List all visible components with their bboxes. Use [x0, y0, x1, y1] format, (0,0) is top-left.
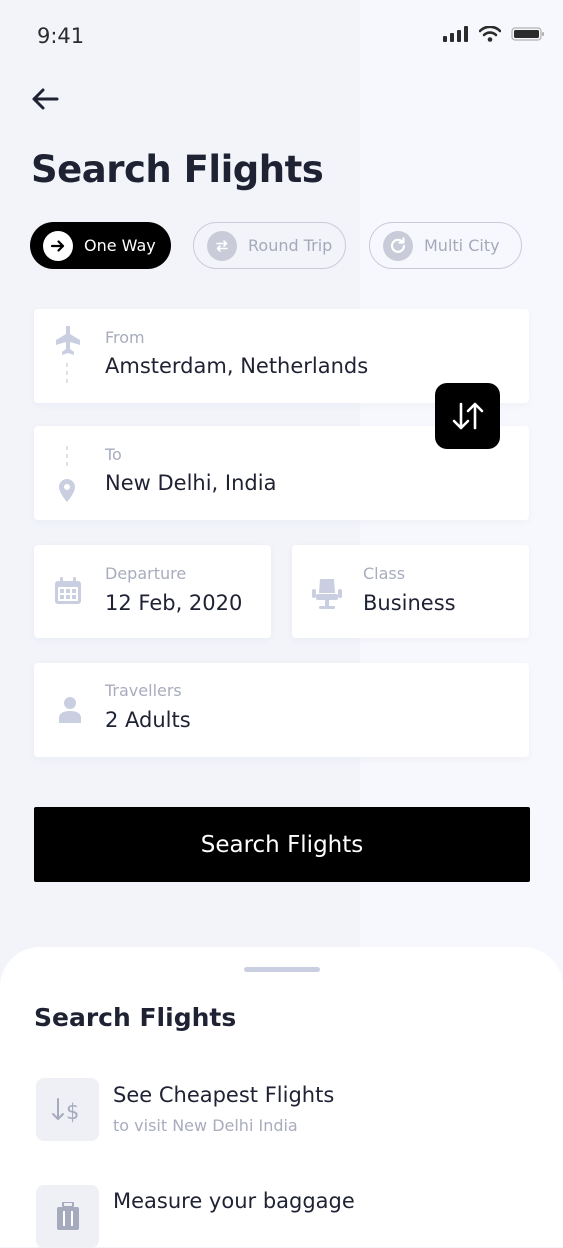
back-button[interactable] — [30, 84, 60, 114]
class-label: Class — [363, 564, 406, 583]
trip-type-round-trip[interactable]: Round Trip — [193, 222, 346, 269]
travellers-label: Travellers — [105, 681, 182, 700]
arrow-left-icon — [32, 88, 59, 110]
to-label: To — [105, 445, 122, 464]
from-value: Amsterdam, Netherlands — [105, 354, 369, 378]
status-icons — [443, 26, 545, 42]
status-bar: 9:41 — [0, 0, 563, 70]
arrow-right-icon — [43, 230, 73, 261]
trip-type-label: Round Trip — [248, 236, 333, 255]
sheet-drag-handle[interactable] — [244, 967, 320, 972]
departure-value: 12 Feb, 2020 — [105, 591, 243, 615]
option-title[interactable]: Measure your baggage — [113, 1189, 355, 1213]
search-flights-button[interactable]: Search Flights — [34, 807, 530, 882]
battery-icon — [511, 27, 544, 41]
swap-vertical-icon — [452, 402, 483, 430]
option-subtitle: to visit New Delhi India — [113, 1116, 298, 1135]
travellers-value: 2 Adults — [105, 708, 191, 732]
class-value: Business — [363, 591, 456, 615]
sheet-title: Search Flights — [34, 1003, 237, 1032]
page-title: Search Flights — [31, 148, 324, 191]
trip-type-one-way[interactable]: One Way — [30, 222, 171, 269]
plane-icon — [56, 326, 80, 387]
option-title[interactable]: See Cheapest Flights — [113, 1083, 334, 1107]
class-field[interactable]: Class Business — [292, 545, 529, 638]
svg-text:$: $ — [66, 1100, 79, 1124]
refresh-icon — [383, 230, 413, 261]
baggage-icon[interactable] — [36, 1185, 99, 1248]
bottom-sheet: Search Flights $ See Cheapest Flights to… — [0, 947, 563, 1248]
trip-type-multi-city[interactable]: Multi City — [369, 222, 522, 269]
departure-label: Departure — [105, 564, 187, 583]
trip-type-label: Multi City — [424, 236, 500, 255]
status-time: 9:41 — [37, 24, 85, 48]
swap-horizontal-icon — [207, 230, 237, 261]
trip-type-label: One Way — [84, 236, 156, 255]
wifi-icon — [479, 26, 501, 42]
calendar-icon — [55, 577, 81, 604]
location-pin-icon — [59, 446, 75, 502]
seat-icon — [312, 579, 342, 609]
cheapest-icon[interactable]: $ — [36, 1078, 99, 1141]
departure-field[interactable]: Departure 12 Feb, 2020 — [34, 545, 271, 638]
swap-locations-button[interactable] — [435, 383, 500, 449]
signal-icon — [443, 26, 468, 42]
person-icon — [59, 697, 81, 723]
travellers-field[interactable]: Travellers 2 Adults — [34, 663, 529, 757]
from-label: From — [105, 328, 145, 347]
to-value: New Delhi, India — [105, 471, 277, 495]
